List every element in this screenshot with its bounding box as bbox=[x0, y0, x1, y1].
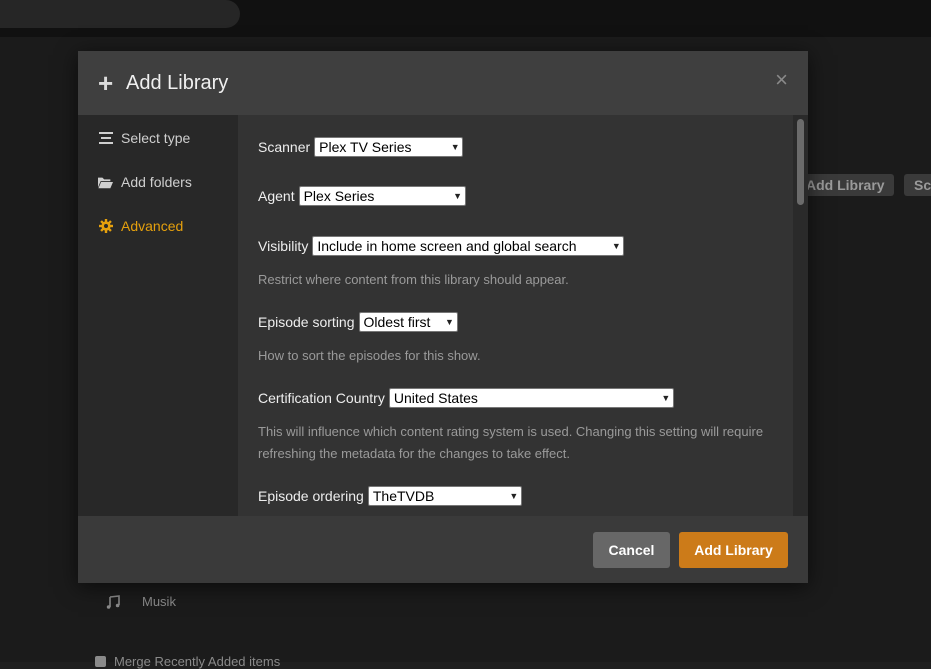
agent-value: Plex Series bbox=[303, 188, 375, 204]
chevron-down-icon: ▼ bbox=[450, 142, 460, 152]
scanner-label: Scanner bbox=[258, 139, 311, 155]
certification-country-label: Certification Country bbox=[258, 390, 385, 406]
visibility-select[interactable]: Include in home screen and global search… bbox=[312, 236, 625, 256]
cancel-button[interactable]: Cancel bbox=[593, 532, 670, 568]
episode-sorting-field: Episode sorting Oldest first ▼ bbox=[258, 312, 458, 332]
dialog-sidebar: Select type Add folders Advanced bbox=[78, 115, 238, 516]
add-library-dialog: + Add Library × Select type Add folders … bbox=[78, 51, 808, 583]
content-scrollbar[interactable] bbox=[793, 115, 808, 516]
certification-country-value: United States bbox=[393, 390, 478, 406]
agent-field: Agent Plex Series ▼ bbox=[258, 186, 466, 206]
agent-label: Agent bbox=[258, 188, 295, 204]
gear-icon bbox=[98, 219, 113, 233]
visibility-label: Visibility bbox=[258, 238, 309, 254]
scanner-value: Plex TV Series bbox=[319, 139, 412, 155]
certification-country-help: This will influence which content rating… bbox=[258, 424, 764, 461]
search-bar[interactable] bbox=[0, 0, 240, 28]
chevron-down-icon: ▼ bbox=[445, 317, 454, 327]
sidebar-item-add-folders[interactable]: Add folders bbox=[98, 174, 192, 190]
chevron-down-icon: ▼ bbox=[661, 393, 671, 403]
bg-add-library-button[interactable]: Add Library bbox=[796, 174, 894, 196]
sidebar-item-label: Advanced bbox=[121, 218, 184, 234]
top-bar bbox=[0, 0, 931, 37]
sidebar-item-label: Add folders bbox=[121, 174, 192, 190]
library-item-label: Musik bbox=[142, 594, 176, 609]
episode-ordering-select[interactable]: TheTVDB ▼ bbox=[367, 486, 522, 506]
library-item-musik[interactable]: Musik bbox=[106, 594, 176, 609]
dialog-footer: Cancel Add Library bbox=[78, 516, 808, 583]
chevron-down-icon: ▼ bbox=[509, 491, 519, 501]
certification-country-field: Certification Country United States ▼ bbox=[258, 388, 674, 408]
episode-ordering-field: Episode ordering TheTVDB ▼ bbox=[258, 486, 522, 506]
sidebar-item-advanced[interactable]: Advanced bbox=[98, 218, 183, 234]
close-icon[interactable]: × bbox=[775, 69, 788, 91]
certification-country-select[interactable]: United States ▼ bbox=[388, 388, 674, 408]
dialog-title: Add Library bbox=[126, 71, 229, 94]
episode-sorting-value: Oldest first bbox=[363, 314, 431, 330]
sidebar-item-label: Select type bbox=[121, 130, 191, 146]
scrollbar-thumb[interactable] bbox=[797, 119, 804, 205]
sidebar-item-select-type[interactable]: Select type bbox=[98, 130, 190, 146]
add-library-button[interactable]: Add Library bbox=[679, 532, 788, 568]
chevron-down-icon: ▼ bbox=[453, 191, 463, 201]
visibility-value: Include in home screen and global search bbox=[317, 238, 577, 254]
bg-scan-button[interactable]: Sc bbox=[904, 174, 931, 196]
plus-icon: + bbox=[98, 68, 114, 98]
episode-ordering-label: Episode ordering bbox=[258, 488, 364, 504]
episode-sorting-help: How to sort the episodes for this show. bbox=[258, 348, 481, 363]
episode-sorting-select[interactable]: Oldest first ▼ bbox=[358, 312, 458, 332]
music-note-icon bbox=[106, 594, 120, 609]
visibility-help: Restrict where content from this library… bbox=[258, 272, 569, 287]
dialog-header: + Add Library × bbox=[78, 51, 808, 115]
folder-icon bbox=[98, 176, 113, 189]
advanced-settings-panel: Scanner Plex TV Series ▼ Agent Plex Seri… bbox=[238, 115, 793, 516]
list-icon bbox=[98, 132, 113, 144]
scanner-field: Scanner Plex TV Series ▼ bbox=[258, 137, 464, 157]
agent-select[interactable]: Plex Series ▼ bbox=[298, 186, 466, 206]
episode-ordering-value: TheTVDB bbox=[372, 488, 435, 504]
chevron-down-icon: ▼ bbox=[611, 241, 621, 251]
visibility-field: Visibility Include in home screen and gl… bbox=[258, 236, 625, 256]
episode-sorting-label: Episode sorting bbox=[258, 314, 355, 330]
scanner-select[interactable]: Plex TV Series ▼ bbox=[314, 137, 464, 157]
